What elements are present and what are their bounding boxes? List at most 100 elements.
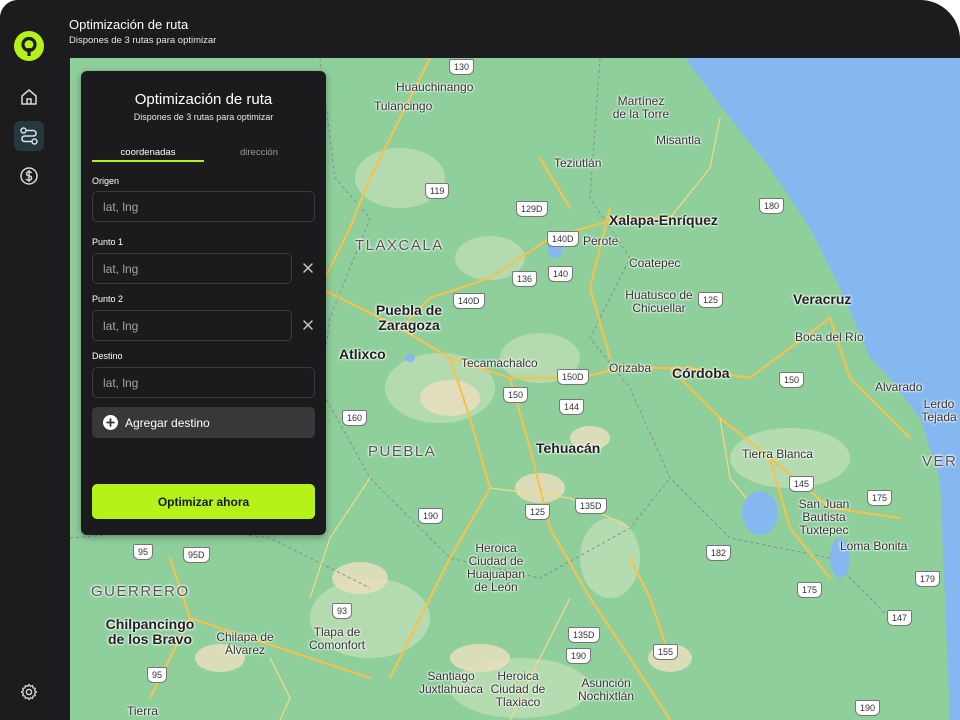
page-subtitle: Dispones de 3 rutas para optimizar — [69, 35, 217, 46]
map-label-chilpancingo: Chilpancingo de los Bravo — [105, 616, 195, 647]
route-shield: 190 — [855, 700, 881, 716]
map-label-tuxtepec: San Juan Bautista Tuxtepec — [798, 497, 850, 537]
map-label-guerrero: GUERRERO — [91, 583, 190, 600]
remove-point2-icon[interactable] — [301, 318, 315, 332]
map-label-xalapa: Xalapa-Enríquez — [609, 212, 718, 228]
point1-input[interactable] — [92, 253, 292, 284]
route-shield: 95 — [133, 544, 154, 560]
map-label-juxtlahuaca: Santiago Juxtlahuaca — [418, 669, 484, 696]
active-tab-indicator — [92, 160, 204, 162]
map-label-alvarado: Alvarado — [875, 380, 923, 394]
route-shield: 144 — [559, 399, 585, 415]
route-shield: 125 — [525, 504, 551, 520]
map-label-teziutlan: Teziutlán — [554, 156, 602, 170]
optimize-button[interactable]: Optimizar ahora — [92, 484, 315, 519]
map-label-martinez: Martínez de la Torre — [612, 94, 670, 121]
map-label-tlaxiaco: Heroica Ciudad de Tlaxiaco — [490, 669, 546, 709]
page-title: Optimización de ruta — [69, 17, 189, 32]
nav-billing[interactable] — [14, 161, 44, 191]
map-label-huatusco: Huatusco de Chicuellar — [625, 288, 693, 315]
map-label-huajuapan: Heroica Ciudad de Huajuapan de León — [466, 541, 526, 594]
map-label-huauchinango: Huauchinango — [396, 80, 474, 94]
point1-label: Punto 1 — [92, 237, 124, 247]
plus-circle-icon — [103, 415, 118, 430]
route-shield: 160 — [342, 410, 368, 426]
route-optimization-panel: Optimización de ruta Dispones de 3 rutas… — [81, 71, 326, 535]
route-shield: 95D — [183, 547, 210, 563]
tab-address[interactable]: dirección — [203, 147, 315, 158]
map-label-tlapa: Tlapa de Comonfort — [308, 625, 366, 652]
dollar-icon — [20, 167, 38, 185]
map-label-boca-del-rio: Boca del Río — [795, 330, 864, 344]
map-label-puebla-city: Puebla de Zaragoza — [375, 302, 443, 333]
route-shield: 175 — [797, 582, 823, 598]
map-label-lerdo: Lerdo Tejada — [921, 397, 957, 424]
route-shield: 150 — [779, 372, 805, 388]
map-label-tlaxcala: TLAXCALA — [355, 237, 444, 254]
nav-routes[interactable] — [14, 121, 44, 151]
point2-input[interactable] — [92, 310, 292, 341]
home-icon — [21, 89, 37, 105]
settings-icon — [20, 683, 38, 701]
point2-label: Punto 2 — [92, 294, 124, 304]
nav-settings[interactable] — [14, 677, 44, 707]
map-label-nochixtlan: Asunción Nochixtlán — [577, 676, 635, 703]
app-window: Optimización de ruta Dispones de 3 rutas… — [0, 0, 960, 720]
route-shield: 190 — [566, 648, 592, 664]
route-shield: 150 — [503, 387, 529, 403]
route-shield: 190 — [418, 508, 444, 524]
map-label-chilapa: Chilapa de Álvarez — [216, 630, 274, 657]
map-label-tierra-blanca: Tierra Blanca — [742, 447, 813, 461]
route-shield: 180 — [759, 198, 785, 214]
origin-input[interactable] — [92, 191, 315, 222]
logo-icon — [21, 36, 37, 56]
map-label-tehuacan: Tehuacán — [536, 440, 601, 456]
add-destination-label: Agregar destino — [125, 415, 210, 430]
route-shield: 145 — [789, 476, 815, 492]
map-label-tulancingo: Tulancingo — [374, 99, 433, 113]
route-shield: 150D — [557, 369, 589, 385]
origin-label: Origen — [92, 176, 120, 186]
route-shield: 140D — [547, 231, 579, 247]
add-destination-button[interactable]: Agregar destino — [92, 407, 315, 438]
route-shield: 95 — [147, 667, 168, 683]
route-shield: 140 — [548, 266, 574, 282]
route-shield: 129D — [516, 201, 548, 217]
tab-coordinates[interactable]: coordenadas — [92, 147, 204, 158]
app-logo[interactable] — [14, 31, 44, 61]
panel-subtitle: Dispones de 3 rutas para optimizar — [133, 112, 274, 122]
route-shield: 136 — [512, 271, 538, 287]
map-label-cordoba: Córdoba — [672, 365, 730, 381]
map-label-misantla: Misantla — [656, 133, 701, 147]
map-label-ver-state: VER — [922, 453, 958, 470]
route-shield: 175 — [867, 490, 893, 506]
route-shield: 147 — [887, 610, 913, 626]
route-shield: 130 — [449, 59, 475, 75]
map-label-tecamachalco: Tecamachalco — [461, 356, 538, 370]
route-shield: 140D — [453, 293, 485, 309]
route-shield: 135D — [568, 627, 600, 643]
map-label-orizaba: Orizaba — [609, 361, 652, 375]
nav-home[interactable] — [14, 82, 44, 112]
map-label-tierra: Tierra — [127, 704, 158, 718]
route-shield: 119 — [425, 183, 450, 199]
map-label-coatepec: Coatepec — [629, 256, 681, 270]
map-label-atlixco: Atlixco — [339, 346, 386, 362]
route-shield: 125 — [698, 292, 724, 308]
sidebar — [0, 0, 57, 720]
route-shield: 135D — [575, 498, 607, 514]
destination-input[interactable] — [92, 367, 315, 398]
panel-title: Optimización de ruta — [134, 91, 273, 108]
top-bar: Optimización de ruta Dispones de 3 rutas… — [57, 0, 960, 58]
map-label-loma-bonita: Loma Bonita — [840, 539, 908, 553]
map-label-puebla-state: PUEBLA — [368, 443, 437, 460]
destination-label: Destino — [92, 351, 123, 361]
remove-point1-icon[interactable] — [301, 261, 315, 275]
route-icon — [20, 127, 38, 145]
route-shield: 182 — [706, 545, 732, 561]
map-label-perote: Perote — [583, 234, 619, 248]
route-shield: 179 — [915, 571, 941, 587]
map-label-veracruz: Veracruz — [793, 291, 852, 307]
route-shield: 155 — [653, 644, 679, 660]
route-shield: 93 — [332, 603, 353, 619]
